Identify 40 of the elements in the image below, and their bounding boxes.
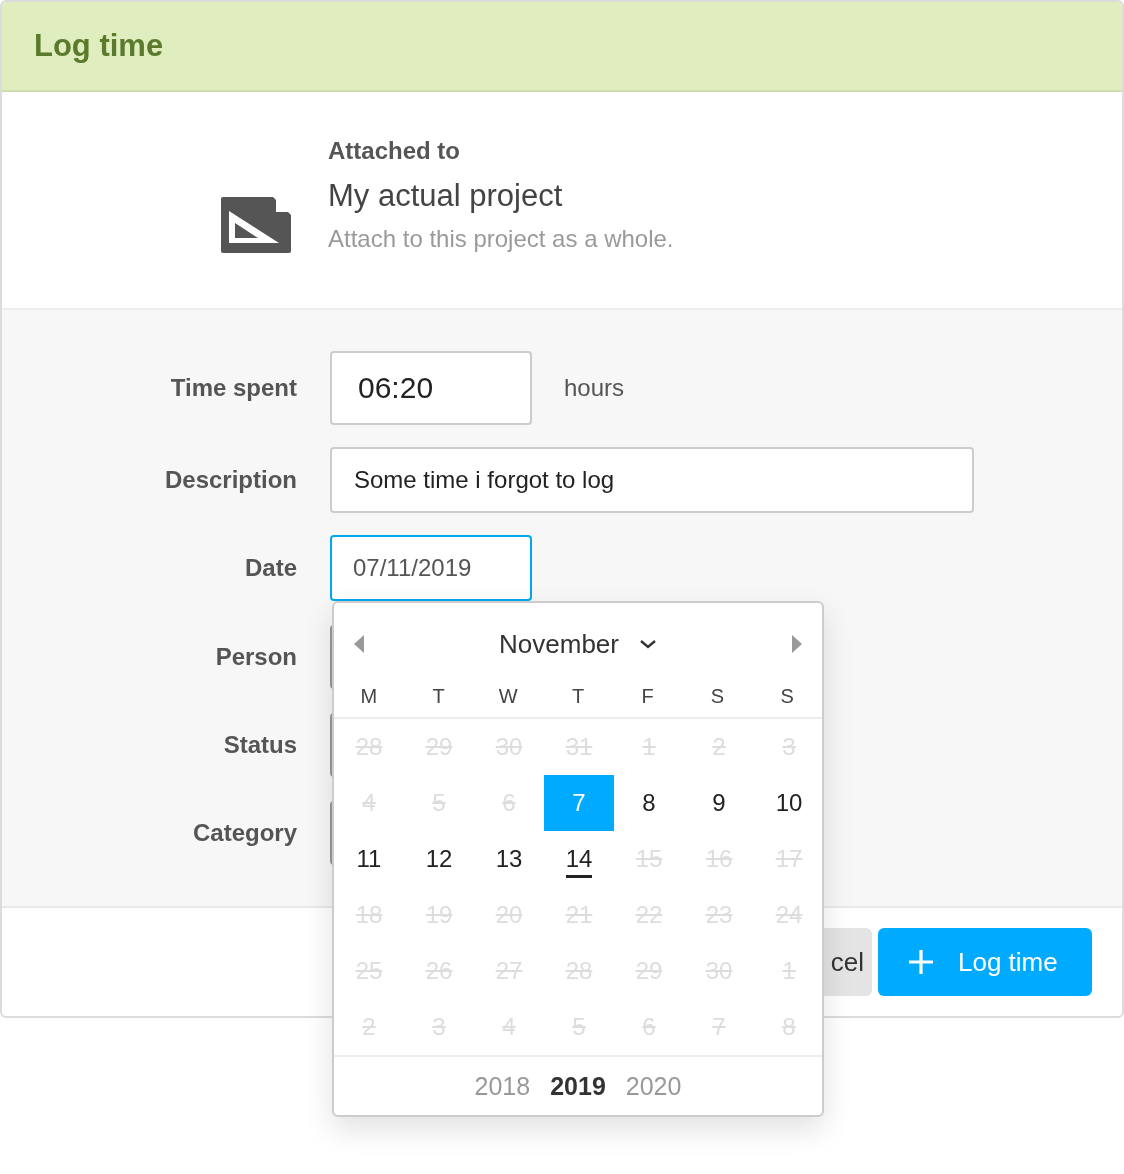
field-label: Date [243, 554, 297, 582]
weekday-label: F [640, 685, 655, 709]
unit-label: hours [564, 374, 625, 402]
field-label: Person [214, 643, 297, 671]
weekday-label: W [497, 685, 519, 709]
date-field[interactable]: 07/11/2019 [330, 535, 532, 601]
plus-icon [908, 949, 934, 975]
field-label: Description [163, 466, 297, 494]
field-label: Category [191, 819, 297, 847]
calendar-day[interactable]: 13 [474, 831, 544, 887]
field-label: Time spent [169, 374, 297, 402]
weekday-label: T [431, 685, 446, 709]
calendar-day[interactable]: 14 [544, 831, 614, 887]
dialog-title: Log time [34, 28, 164, 64]
calendar-day[interactable]: 12 [404, 831, 474, 887]
calendar-day[interactable]: 8 [614, 775, 684, 831]
log-time-button[interactable]: Log time [878, 928, 1092, 996]
attach-hint: Attach to this project as a whole. [328, 224, 674, 254]
cancel-button[interactable]: cel [822, 928, 872, 996]
weekday-label: M [359, 685, 379, 709]
attached-heading: Attached to [328, 136, 461, 166]
description-field[interactable]: Some time i forgot to log [330, 447, 974, 513]
year-option[interactable]: 2019 [550, 1071, 606, 1101]
previous-icon[interactable] [354, 635, 364, 653]
calendar-day[interactable]: 10 [754, 775, 824, 831]
chevron-down-icon [638, 639, 657, 649]
year-option[interactable]: 2018 [474, 1071, 531, 1101]
project-name: My actual project [328, 177, 564, 215]
weekday-label: S [709, 685, 726, 709]
next-icon[interactable] [792, 635, 802, 653]
calendar-day[interactable]: 11 [334, 831, 404, 887]
weekday-label: T [570, 685, 586, 709]
year-option[interactable]: 2020 [625, 1071, 682, 1101]
time-field[interactable]: 06:20 [330, 351, 532, 425]
document-ruler-icon [221, 195, 293, 253]
weekday-label: S [779, 685, 795, 709]
calendar-day[interactable]: 9 [684, 775, 754, 831]
calendar-day[interactable]: 7 [544, 775, 614, 831]
month-select[interactable]: November [499, 628, 657, 660]
field-label: Status [222, 731, 297, 759]
